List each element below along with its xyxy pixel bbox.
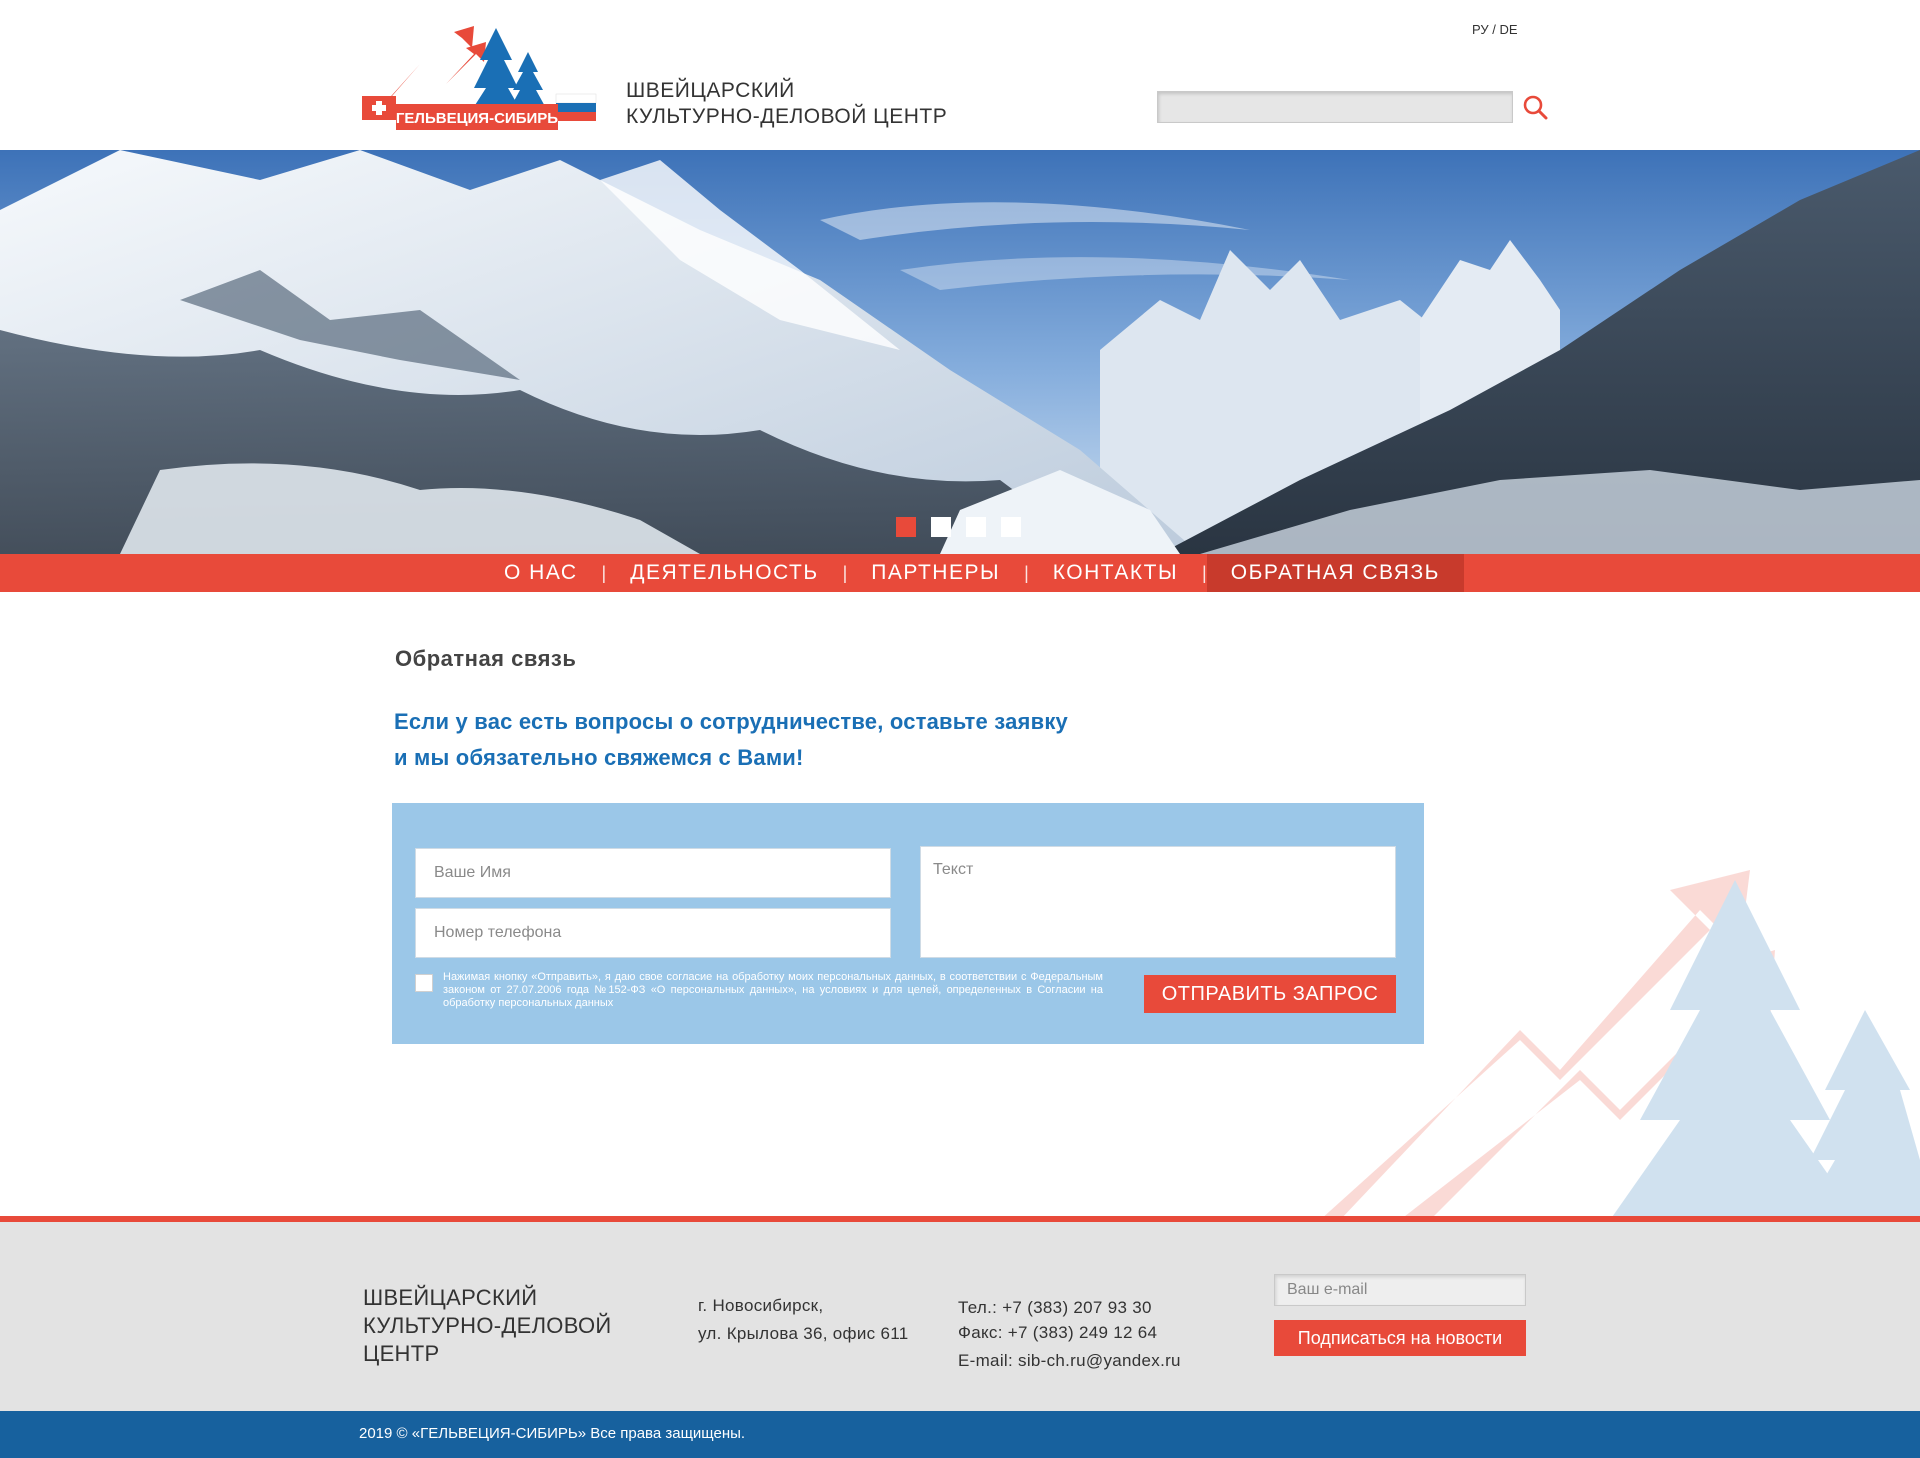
feedback-form: Нажимая кнопку «Отправить», я даю свое с… [392,803,1424,1044]
intro-text: Если у вас есть вопросы о сотрудничестве… [394,704,1068,776]
slider-dot-1[interactable] [896,517,916,537]
footer-org-name-line-2: КУЛЬТУРНО-ДЕЛОВОЙ [363,1313,612,1338]
lang-separator: / [1488,22,1500,37]
nav-separator: | [1024,562,1029,583]
slider-dots [896,517,1021,537]
nav-separator: | [842,562,848,583]
language-switcher: РУ / DE [1472,22,1518,37]
nav-items: О НАС | ДЕЯТЕЛЬНОСТЬ | ПАРТНЕРЫ | КОНТАК… [480,554,1464,592]
footer-address-line-2: ул. Крылова 36, офис 611 [698,1324,909,1343]
main-nav: О НАС | ДЕЯТЕЛЬНОСТЬ | ПАРТНЕРЫ | КОНТАК… [0,554,1920,592]
footer-phone: Тел.: +7 (383) 207 93 30 [958,1298,1152,1317]
name-field[interactable] [415,848,891,898]
copyright-bar: 2019 © «ГЕЛЬВЕЦИЯ-СИБИРЬ» Все права защи… [0,1411,1920,1458]
footer: ШВЕЙЦАРСКИЙ КУЛЬТУРНО-ДЕЛОВОЙ ЦЕНТР г. Н… [0,1216,1920,1417]
footer-address: г. Новосибирск, ул. Крылова 36, офис 611 [698,1292,908,1348]
search-input[interactable] [1157,91,1513,123]
copyright-text: 2019 © «ГЕЛЬВЕЦИЯ-СИБИРЬ» Все права защи… [359,1425,746,1442]
footer-address-line-1: г. Новосибирск, [698,1296,824,1315]
nav-item-contacts[interactable]: КОНТАКТЫ [1029,554,1202,592]
footer-fax: Факс: +7 (383) 249 12 64 [958,1323,1158,1342]
subscribe-button[interactable]: Подписаться на новости [1274,1320,1526,1356]
submit-request-button[interactable]: ОТПРАВИТЬ ЗАПРОС [1144,975,1396,1013]
footer-contacts: Тел.: +7 (383) 207 93 30 Факс: +7 (383) … [958,1295,1181,1373]
intro-line-1: Если у вас есть вопросы о сотрудничестве… [394,709,1068,734]
footer-org-name-line-1: ШВЕЙЦАРСКИЙ [363,1285,538,1310]
footer-email[interactable]: E-mail: sib-ch.ru@yandex.ru [958,1348,1181,1373]
nav-separator: | [601,562,607,583]
tagline-line-2: КУЛЬТУРНО-ДЕЛОВОЙ ЦЕНТР [626,105,948,128]
nav-item-about[interactable]: О НАС [480,554,602,592]
site-tagline: ШВЕЙЦАРСКИЙ КУЛЬТУРНО-ДЕЛОВОЙ ЦЕНТР [626,78,947,130]
phone-field[interactable] [415,908,891,958]
lang-ru-link[interactable]: РУ [1472,22,1489,37]
consent-text: Нажимая кнопку «Отправить», я даю свое с… [443,971,1103,1009]
consent-checkbox[interactable] [415,974,433,992]
nav-item-feedback[interactable]: ОБРАТНАЯ СВЯЗЬ [1206,554,1464,592]
slider-dot-4[interactable] [1001,517,1021,537]
nav-item-activity[interactable]: ДЕЯТЕЛЬНОСТЬ [606,554,842,592]
newsletter-email-input[interactable] [1274,1274,1526,1306]
slider-dot-3[interactable] [966,517,986,537]
nav-separator: | [1202,562,1207,583]
search-icon[interactable] [1522,94,1548,120]
tagline-line-1: ШВЕЙЦАРСКИЙ [626,79,795,102]
slider-dot-2[interactable] [931,517,951,537]
nav-item-partners[interactable]: ПАРТНЕРЫ [847,554,1024,592]
logo-icon[interactable]: ГЕЛЬВЕЦИЯ-СИБИРЬ [362,24,600,134]
lang-de-link[interactable]: DE [1500,22,1518,37]
logo-text: ГЕЛЬВЕЦИЯ-СИБИРЬ [396,110,558,127]
message-textarea[interactable] [920,846,1396,958]
footer-org-name-line-3: ЦЕНТР [363,1341,440,1366]
hero-slider-image [0,150,1920,554]
intro-line-2: и мы обязательно свяжемся с Вами! [394,745,804,770]
page-title: Обратная связь [395,646,577,671]
footer-org-name: ШВЕЙЦАРСКИЙ КУЛЬТУРНО-ДЕЛОВОЙ ЦЕНТР [363,1284,612,1368]
